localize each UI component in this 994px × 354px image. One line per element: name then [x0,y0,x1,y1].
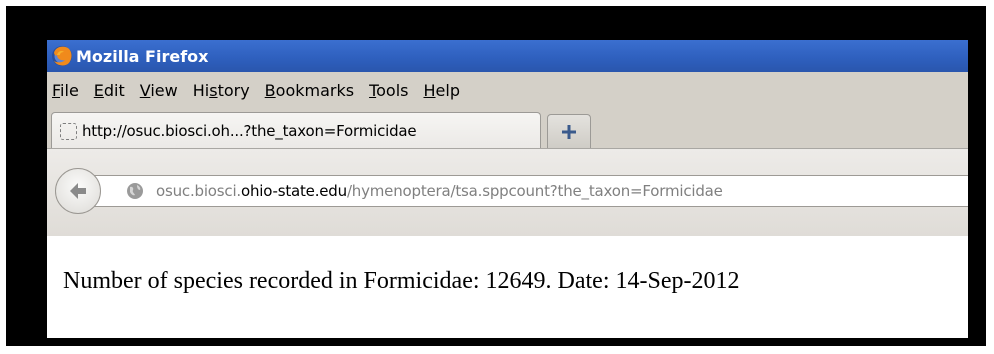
tab-label: http://osuc.biosci.oh...?the_taxon=Formi… [82,122,417,140]
browser-window: Mozilla Firefox File Edit View History B… [47,40,968,338]
menu-help[interactable]: Help [424,81,460,100]
url-bar[interactable]: osuc.biosci.ohio-state.edu/hymenoptera/t… [79,175,968,207]
menu-edit[interactable]: Edit [94,81,125,100]
menu-tools[interactable]: Tools [369,81,408,100]
page-content: Number of species recorded in Formicidae… [47,236,968,338]
navigation-toolbar: osuc.biosci.ohio-state.edu/hymenoptera/t… [47,148,968,236]
globe-icon [127,183,143,199]
tab-strip: http://osuc.biosci.oh...?the_taxon=Formi… [47,108,968,149]
menu-history[interactable]: History [193,81,250,100]
new-tab-button[interactable] [547,114,591,148]
menu-bar: File Edit View History Bookmarks Tools H… [47,72,968,108]
title-bar[interactable]: Mozilla Firefox [47,40,968,72]
url-text: osuc.biosci.ohio-state.edu/hymenoptera/t… [156,182,723,200]
screenshot-frame: Mozilla Firefox File Edit View History B… [6,6,986,346]
back-arrow-icon [70,183,86,199]
menu-view[interactable]: View [140,81,178,100]
window-title: Mozilla Firefox [76,46,209,66]
back-button[interactable] [55,168,101,214]
plus-icon [562,124,576,139]
default-favicon-icon [60,122,77,140]
firefox-logo-icon [52,46,72,66]
menu-bookmarks[interactable]: Bookmarks [265,81,354,100]
menu-file[interactable]: File [52,81,79,100]
species-count-text: Number of species recorded in Formicidae… [63,268,740,294]
tab-active[interactable]: http://osuc.biosci.oh...?the_taxon=Formi… [51,112,541,149]
